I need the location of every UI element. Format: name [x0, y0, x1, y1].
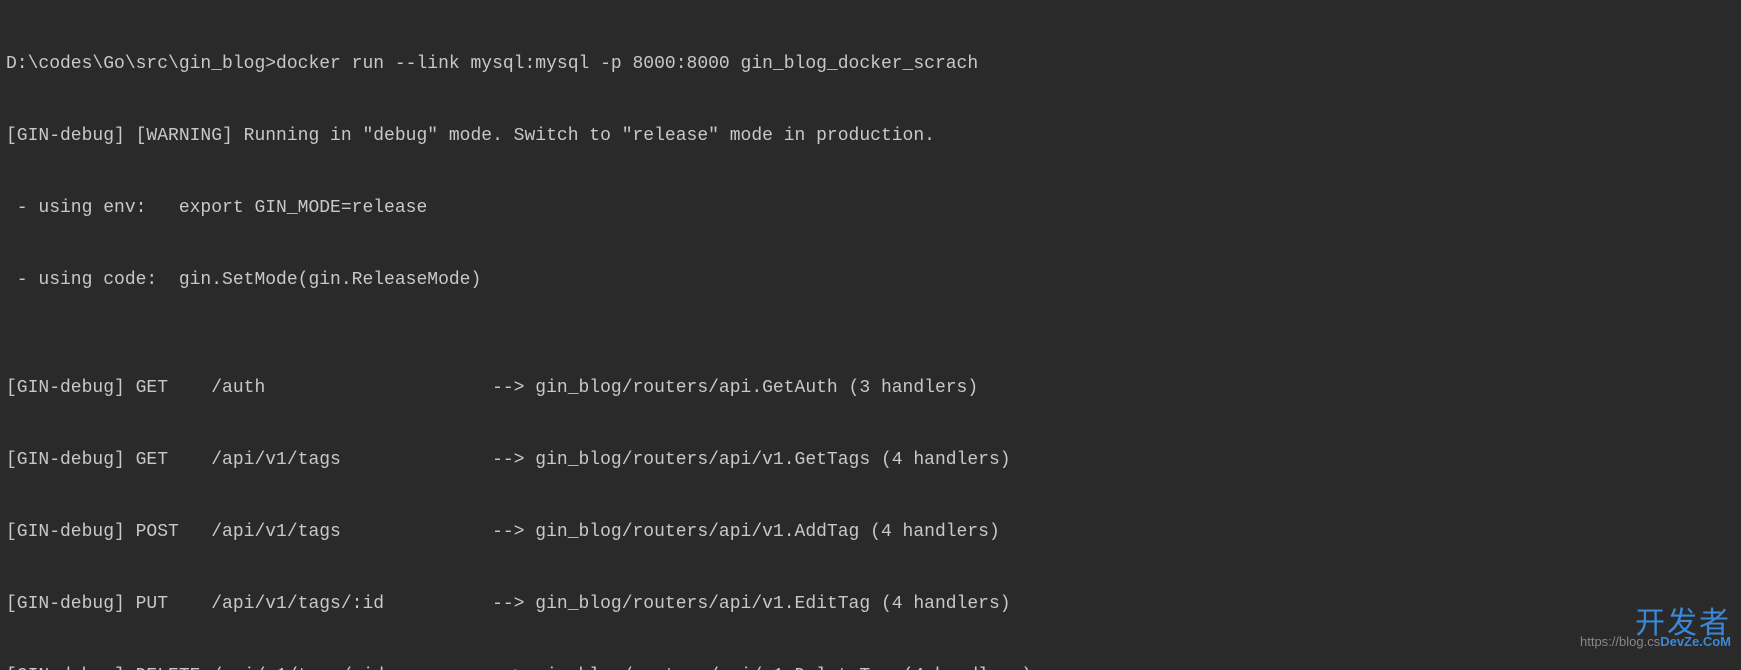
route-line: [GIN-debug] GET /api/v1/tags --> gin_blo… — [6, 442, 1735, 478]
terminal-output[interactable]: D:\codes\Go\src\gin_blog>docker run --li… — [0, 0, 1741, 670]
route-line: [GIN-debug] DELETE /api/v1/tags/:id --> … — [6, 658, 1735, 670]
prompt-command: docker run --link mysql:mysql -p 8000:80… — [276, 54, 978, 74]
prompt-line: D:\codes\Go\src\gin_blog>docker run --li… — [6, 46, 1735, 82]
route-line: [GIN-debug] PUT /api/v1/tags/:id --> gin… — [6, 586, 1735, 622]
prompt-path: D:\codes\Go\src\gin_blog> — [6, 54, 276, 74]
warning-line: [GIN-debug] [WARNING] Running in "debug"… — [6, 118, 1735, 154]
route-line: [GIN-debug] POST /api/v1/tags --> gin_bl… — [6, 514, 1735, 550]
route-line: [GIN-debug] GET /auth --> gin_blog/route… — [6, 370, 1735, 406]
hint-env-line: - using env: export GIN_MODE=release — [6, 190, 1735, 226]
hint-code-line: - using code: gin.SetMode(gin.ReleaseMod… — [6, 262, 1735, 298]
